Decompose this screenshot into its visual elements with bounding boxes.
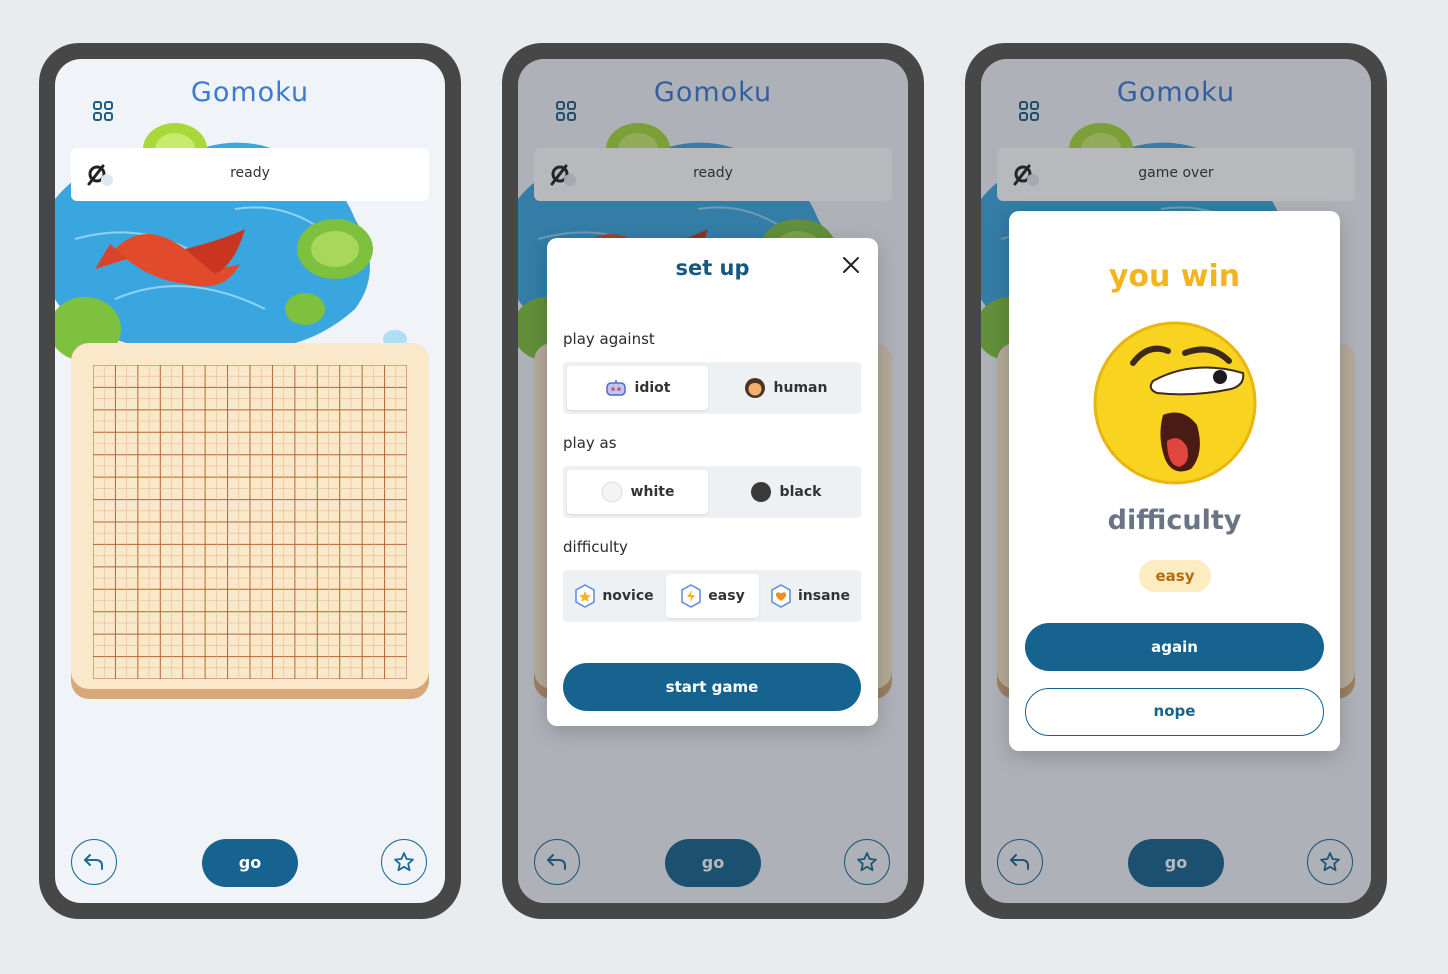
difficulty-badge: easy — [1139, 560, 1211, 592]
human-avatar-icon — [744, 378, 765, 398]
phone-result: Gomoku game over go you win difficulty e… — [965, 43, 1387, 919]
phone-game-ready: Gomoku ready go — [39, 43, 461, 919]
white-stone-icon — [601, 481, 623, 503]
shocked-face-icon — [1093, 321, 1257, 485]
phone-screen: Gomoku game over go you win difficulty e… — [981, 59, 1371, 903]
play-as-label: play as — [563, 434, 617, 452]
option-human[interactable]: human — [714, 366, 857, 410]
difficulty-selector: novice easy insane — [563, 570, 861, 622]
option-white-label: white — [630, 484, 675, 500]
again-button[interactable]: again — [1025, 623, 1324, 671]
play-as-selector: white black — [563, 466, 861, 518]
game-board[interactable] — [71, 343, 429, 699]
option-black[interactable]: black — [714, 470, 857, 514]
close-icon[interactable] — [842, 256, 860, 274]
option-insane-label: insane — [797, 588, 850, 604]
phone-setup: Gomoku ready go set up play against idio… — [502, 43, 924, 919]
robot-icon — [605, 380, 626, 396]
option-easy[interactable]: easy — [666, 574, 759, 618]
option-novice[interactable]: novice — [567, 574, 661, 618]
start-game-button[interactable]: start game — [563, 663, 861, 711]
favorite-button[interactable] — [381, 839, 427, 885]
heart-hex-icon — [771, 584, 791, 608]
status-bar: ready — [71, 148, 429, 201]
undo-button[interactable] — [71, 839, 117, 885]
option-easy-label: easy — [708, 588, 745, 604]
board-grid[interactable] — [93, 365, 407, 679]
result-modal: you win difficulty easy again nope — [1009, 211, 1340, 751]
nope-button[interactable]: nope — [1025, 688, 1324, 736]
black-stone-icon — [750, 482, 771, 502]
setup-modal: set up play against idiot human play as … — [547, 238, 878, 726]
phone-screen: Gomoku ready — [518, 59, 908, 903]
setup-title: set up — [675, 256, 750, 280]
bolt-hex-icon — [681, 584, 702, 608]
option-idiot[interactable]: idiot — [567, 366, 708, 410]
option-black-label: black — [779, 484, 822, 500]
option-insane[interactable]: insane — [763, 574, 857, 618]
undo-arrow-icon — [84, 854, 103, 870]
phone-screen: Gomoku ready — [55, 59, 445, 903]
koi-pond-illustration — [55, 123, 407, 359]
status-text: ready — [230, 165, 270, 181]
difficulty-heading: difficulty — [1107, 505, 1242, 536]
option-idiot-label: idiot — [634, 380, 671, 396]
go-button[interactable]: go — [202, 839, 298, 887]
option-white[interactable]: white — [567, 470, 708, 514]
star-icon — [394, 852, 414, 872]
bottom-bar: go — [55, 839, 445, 889]
play-against-label: play against — [563, 330, 655, 348]
play-against-selector: idiot human — [563, 362, 861, 414]
star-hex-icon — [575, 584, 596, 608]
difficulty-label: difficulty — [563, 538, 628, 556]
option-human-label: human — [773, 380, 828, 396]
result-title: you win — [1108, 259, 1241, 294]
option-novice-label: novice — [602, 588, 654, 604]
